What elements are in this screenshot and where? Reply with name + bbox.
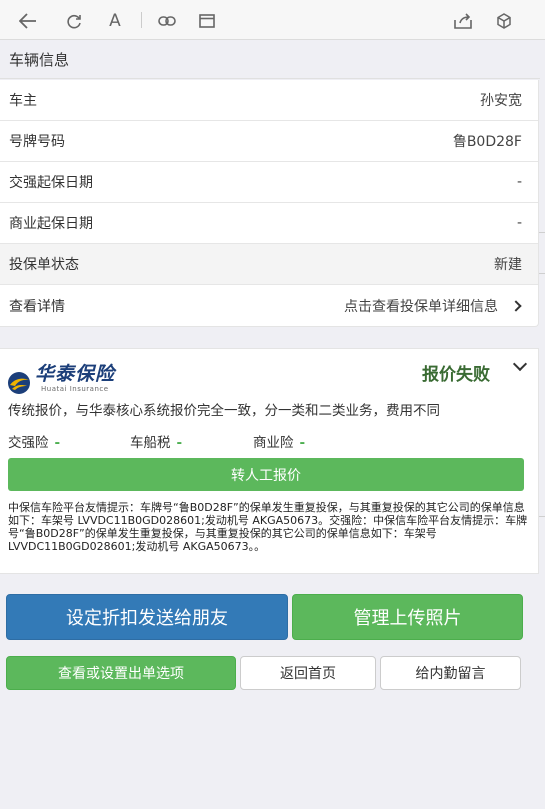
policy-status-value: 新建 (494, 257, 522, 273)
scroll-tick (539, 516, 545, 517)
premium-label: 商业险 (253, 435, 294, 451)
refresh-icon[interactable] (61, 8, 87, 34)
premium-label: 交强险 (8, 435, 49, 451)
premium-value: - (54, 435, 61, 451)
manual-quote-button[interactable]: 转人工报价 (8, 458, 524, 491)
huatai-logo: 华泰保险 Huatai Insurance (7, 359, 117, 394)
insurer-quote-card: 华泰保险 Huatai Insurance 报价失败 传统报价，与华泰核心系统报… (0, 348, 539, 574)
commercial-start-row: 商业起保日期 - (0, 203, 538, 244)
compulsory-start-value: - (516, 174, 522, 190)
browser-toolbar: A (0, 0, 545, 40)
commercial-start-value: - (516, 215, 522, 231)
view-details-label: 查看详情 (9, 298, 65, 315)
window-icon[interactable] (194, 8, 220, 34)
premium-label: 车船税 (130, 435, 171, 451)
commercial-start-label: 商业起保日期 (9, 216, 93, 232)
premium-value: - (176, 435, 183, 451)
view-details-text: 点击查看投保单详细信息 (344, 298, 498, 315)
insurer-name-cn: 华泰保险 (35, 363, 116, 385)
compulsory-start-label: 交强起保日期 (9, 175, 93, 191)
huatai-logo-mark-icon (8, 372, 30, 394)
duplicate-insurance-notice: 中保信车险平台友情提示：车牌号“鲁B0D28F”的保单发生重复投保，与其重复投保… (8, 501, 528, 553)
back-icon[interactable] (15, 8, 41, 34)
vehicle-info-list: 车主 孙安宽 号牌号码 鲁B0D28F 交强起保日期 - 商业起保日期 - 投保… (0, 80, 539, 327)
quote-description: 传统报价，与华泰核心系统报价完全一致，分一类和二类业务，费用不同 (8, 403, 440, 419)
quote-status: 报价失败 (422, 365, 490, 385)
scroll-tick (539, 232, 545, 233)
policy-status-label: 投保单状态 (9, 257, 79, 273)
link-icon[interactable] (154, 8, 180, 34)
order-options-button[interactable]: 查看或设置出单选项 (6, 656, 236, 690)
toolbar-divider (141, 12, 142, 28)
upload-photos-button[interactable]: 管理上传照片 (292, 594, 523, 640)
plate-label: 号牌号码 (9, 134, 65, 150)
plate-row: 号牌号码 鲁B0D28F (0, 121, 538, 162)
cube-icon[interactable] (491, 8, 517, 34)
plate-value: 鲁B0D28F (452, 134, 522, 150)
message-staff-button[interactable]: 给内勤留言 (380, 656, 521, 690)
view-details-link[interactable]: 点击查看投保单详细信息 (344, 296, 522, 316)
premium-compulsory: 交强险 - (8, 431, 60, 451)
owner-label: 车主 (9, 93, 37, 109)
owner-value: 孙安宽 (480, 93, 522, 109)
font-size-icon[interactable]: A (102, 8, 128, 34)
send-discount-button[interactable]: 设定折扣发送给朋友 (6, 594, 288, 640)
chevron-down-icon[interactable] (512, 356, 528, 372)
premium-commercial: 商业险 - (253, 431, 305, 451)
home-button[interactable]: 返回首页 (240, 656, 376, 690)
share-icon[interactable] (450, 8, 476, 34)
view-details-row[interactable]: 查看详情 点击查看投保单详细信息 (0, 285, 538, 326)
premium-value: - (299, 435, 306, 451)
owner-row: 车主 孙安宽 (0, 80, 538, 121)
compulsory-start-row: 交强起保日期 - (0, 162, 538, 203)
insurer-name-en: Huatai Insurance (41, 385, 109, 393)
vehicle-info-title: 车辆信息 (0, 41, 540, 79)
premium-vehicle-tax: 车船税 - (130, 431, 182, 451)
chevron-right-icon (510, 299, 522, 312)
scroll-tick (539, 273, 545, 274)
policy-status-row: 投保单状态 新建 (0, 244, 538, 285)
